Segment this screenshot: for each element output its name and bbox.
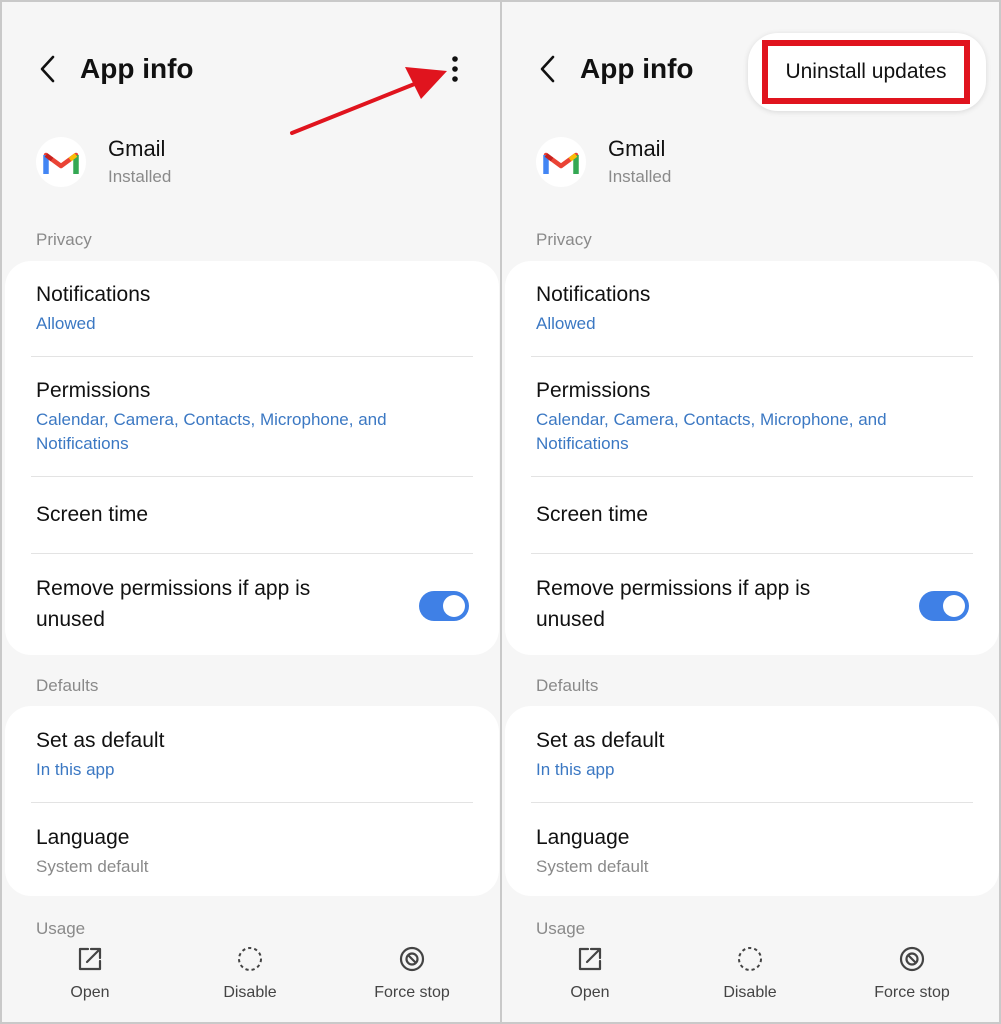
disable-button[interactable]: Disable	[210, 942, 290, 1012]
gmail-icon	[43, 152, 79, 174]
row-title: Notifications	[536, 283, 651, 306]
section-label-privacy: Privacy	[36, 230, 92, 249]
uninstall-updates-menu-item[interactable]: Uninstall updates	[762, 40, 970, 104]
image-border	[0, 0, 1001, 2]
row-title: Remove permissions if app is	[536, 577, 811, 600]
chevron-left-icon	[540, 55, 555, 83]
section-label-defaults: Defaults	[536, 676, 599, 695]
force-stop-icon	[399, 946, 425, 972]
screen-time-row[interactable]: Screen time	[5, 477, 499, 553]
section-label-usage: Usage	[36, 919, 86, 938]
button-label: Disable	[723, 984, 777, 1001]
row-value: Notifications	[536, 434, 629, 453]
page-title: App info	[80, 53, 194, 84]
button-label: Force stop	[374, 984, 450, 1001]
row-title: Permissions	[536, 379, 651, 402]
row-value: Calendar, Camera, Contacts, Microphone, …	[536, 410, 887, 429]
row-title: Set as default	[536, 729, 665, 752]
overflow-menu: Uninstall updates	[748, 33, 986, 111]
red-arrow-annotation	[290, 67, 447, 135]
more-options-button[interactable]	[440, 50, 470, 88]
row-value: System default	[36, 857, 149, 876]
screenshot-comparison: App info Gmail Installed Privacy Notific…	[0, 0, 1001, 1024]
defaults-card: Set as default In this app Language Syst…	[5, 706, 499, 896]
more-vertical-icon	[452, 56, 458, 82]
set-as-default-row[interactable]: Set as default In this app	[505, 706, 999, 801]
row-value: Notifications	[36, 434, 129, 453]
row-title: Permissions	[36, 379, 151, 402]
app-info-screen-right: App info Uninstall updates Gmail Install…	[502, 0, 1000, 1024]
row-title: Notifications	[36, 283, 151, 306]
app-info-screen-left: App info Gmail Installed Privacy Notific…	[2, 0, 500, 1024]
force-stop-button[interactable]: Force stop	[866, 942, 958, 1012]
open-external-icon	[578, 947, 602, 971]
image-border	[0, 0, 2, 1024]
app-status: Installed	[608, 167, 672, 186]
disable-dashed-circle-icon	[738, 947, 762, 971]
defaults-card: Set as default In this app Language Syst…	[505, 706, 999, 896]
row-title: unused	[36, 608, 105, 631]
open-external-icon	[78, 947, 102, 971]
screen-time-row[interactable]: Screen time	[505, 477, 999, 553]
language-row[interactable]: Language System default	[5, 803, 499, 896]
open-button[interactable]: Open	[558, 942, 622, 1012]
panel-separator	[500, 0, 502, 1024]
set-as-default-row[interactable]: Set as default In this app	[5, 706, 499, 801]
toggle-knob	[443, 595, 465, 617]
toggle-knob	[943, 595, 965, 617]
permissions-row[interactable]: Permissions Calendar, Camera, Contacts, …	[505, 357, 999, 476]
back-button[interactable]	[30, 50, 66, 88]
language-row[interactable]: Language System default	[505, 803, 999, 896]
app-icon	[36, 137, 86, 187]
disable-dashed-circle-icon	[238, 947, 262, 971]
row-value: Allowed	[536, 314, 596, 333]
app-icon	[536, 137, 586, 187]
row-title: Language	[536, 826, 630, 849]
row-title: unused	[536, 608, 605, 631]
notifications-row[interactable]: Notifications Allowed	[5, 261, 499, 356]
app-name: Gmail	[108, 136, 166, 161]
open-button[interactable]: Open	[58, 942, 122, 1012]
row-title: Remove permissions if app is	[36, 577, 311, 600]
privacy-card: Notifications Allowed Permissions Calend…	[5, 261, 499, 655]
section-label-defaults: Defaults	[36, 676, 99, 695]
disable-button[interactable]: Disable	[710, 942, 790, 1012]
app-name: Gmail	[608, 136, 666, 161]
remove-permissions-toggle[interactable]	[419, 591, 469, 621]
back-button[interactable]	[530, 50, 566, 88]
gmail-icon	[543, 152, 579, 174]
row-value: System default	[536, 857, 649, 876]
row-title: Screen time	[536, 503, 649, 526]
chevron-left-icon	[40, 55, 55, 83]
permissions-row[interactable]: Permissions Calendar, Camera, Contacts, …	[5, 357, 499, 476]
section-label-usage: Usage	[536, 919, 586, 938]
notifications-row[interactable]: Notifications Allowed	[505, 261, 999, 356]
button-label: Disable	[223, 984, 277, 1001]
button-label: Open	[70, 984, 110, 1001]
remove-permissions-toggle[interactable]	[919, 591, 969, 621]
privacy-card: Notifications Allowed Permissions Calend…	[505, 261, 999, 655]
row-value: In this app	[536, 760, 615, 779]
button-label: Force stop	[874, 984, 950, 1001]
force-stop-button[interactable]: Force stop	[366, 942, 458, 1012]
button-label: Open	[570, 984, 610, 1001]
row-title: Language	[36, 826, 130, 849]
section-label-privacy: Privacy	[536, 230, 592, 249]
row-value: In this app	[36, 760, 115, 779]
page-title: App info	[580, 53, 694, 84]
app-status: Installed	[108, 167, 172, 186]
row-value: Allowed	[36, 314, 96, 333]
row-title: Set as default	[36, 729, 165, 752]
force-stop-icon	[899, 946, 925, 972]
row-title: Screen time	[36, 503, 149, 526]
row-value: Calendar, Camera, Contacts, Microphone, …	[36, 410, 387, 429]
